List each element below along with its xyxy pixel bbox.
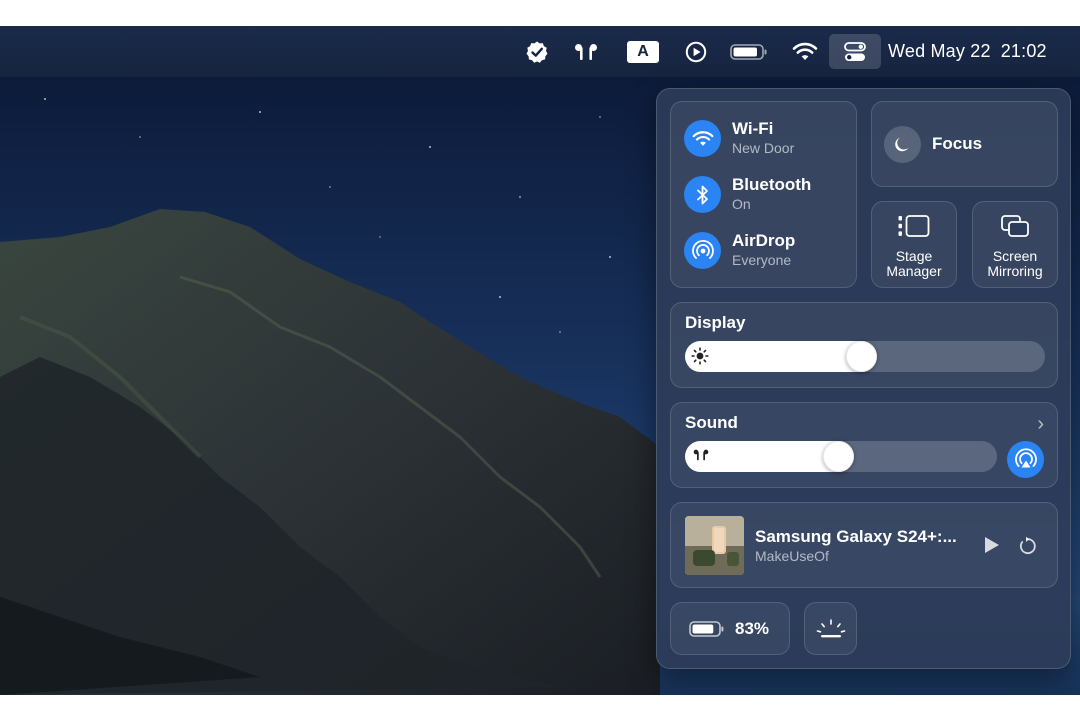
sound-tile: Sound ›	[670, 402, 1058, 488]
bluetooth-title: Bluetooth	[732, 175, 812, 195]
focus-label: Focus	[932, 134, 983, 153]
airdrop-visibility: Everyone	[732, 252, 792, 269]
control-center-icon[interactable]	[829, 34, 881, 69]
screen-mirroring-label-1: Screen	[992, 248, 1038, 264]
stage-manager-label-2: Manager	[886, 263, 942, 280]
play-icon[interactable]	[981, 535, 1001, 560]
screen-mirroring-label-2: Mirroring	[987, 263, 1043, 280]
volume-slider[interactable]	[685, 441, 997, 472]
airpods-icon[interactable]	[570, 26, 602, 77]
battery-icon	[689, 620, 724, 637]
bluetooth-status: On	[732, 196, 751, 213]
wifi-icon[interactable]	[791, 26, 819, 77]
play-circle-icon[interactable]	[684, 26, 708, 77]
battery-percent: 83%	[735, 618, 770, 638]
now-playing-title: Samsung Galaxy S24+:...	[755, 527, 957, 546]
screen-mirroring-button[interactable]: Screen Mirroring	[972, 201, 1058, 288]
airpods-icon	[691, 447, 711, 468]
desktop-screen: A Wed May 22 21:02 Wi-Fi New Door Blueto…	[0, 26, 1080, 695]
moon-icon	[884, 125, 921, 163]
control-center-panel: Wi-Fi New Door Bluetooth On AirDrop Ever…	[656, 88, 1071, 669]
display-tile: Display	[670, 302, 1058, 388]
connectivity-tile: Wi-Fi New Door Bluetooth On AirDrop Ever…	[670, 101, 857, 288]
wifi-title: Wi-Fi	[732, 119, 774, 139]
bluetooth-icon	[684, 176, 721, 213]
brightness-slider[interactable]	[685, 341, 1045, 372]
input-source-icon[interactable]: A	[627, 26, 659, 77]
keyboard-brightness-icon	[816, 618, 845, 637]
sound-title: Sound	[685, 413, 738, 432]
checkmark-badge-icon[interactable]	[524, 26, 550, 77]
battery-level-fill	[692, 624, 714, 633]
brightness-slider-knob[interactable]	[846, 341, 877, 372]
wifi-toggle[interactable]: Wi-Fi New Door	[684, 120, 794, 157]
now-playing-source: MakeUseOf	[755, 548, 829, 564]
replay-icon[interactable]	[1017, 536, 1037, 561]
focus-button[interactable]: Focus	[871, 101, 1058, 187]
airdrop-title: AirDrop	[732, 231, 796, 251]
chevron-right-icon[interactable]: ›	[1037, 413, 1044, 436]
sun-icon	[691, 347, 709, 370]
wifi-network-name: New Door	[732, 140, 795, 157]
bluetooth-toggle[interactable]: Bluetooth On	[684, 176, 811, 213]
display-title: Display	[685, 313, 746, 332]
keyboard-brightness-button[interactable]	[804, 602, 857, 655]
menu-bar-clock[interactable]: Wed May 22 21:02	[888, 26, 1060, 77]
stage-manager-icon	[897, 214, 931, 243]
battery-icon[interactable]	[730, 26, 768, 77]
volume-slider-knob[interactable]	[823, 441, 854, 472]
battery-tile[interactable]: 83%	[670, 602, 790, 655]
menu-bar-date: Wed May 22	[888, 41, 991, 61]
album-art[interactable]	[685, 516, 744, 575]
airplay-audio-icon[interactable]	[1007, 441, 1044, 478]
airdrop-icon	[684, 232, 721, 269]
screen-mirroring-icon	[1000, 214, 1030, 243]
menu-bar-time: 21:02	[1000, 41, 1047, 61]
stage-manager-button[interactable]: Stage Manager	[871, 201, 957, 288]
stage-manager-label-1: Stage	[895, 248, 933, 264]
menu-bar: A Wed May 22 21:02	[0, 26, 1080, 77]
input-source-letter: A	[627, 40, 659, 63]
airdrop-toggle[interactable]: AirDrop Everyone	[684, 232, 795, 269]
wifi-icon	[684, 120, 721, 157]
now-playing-tile: Samsung Galaxy S24+:... MakeUseOf	[670, 502, 1058, 588]
